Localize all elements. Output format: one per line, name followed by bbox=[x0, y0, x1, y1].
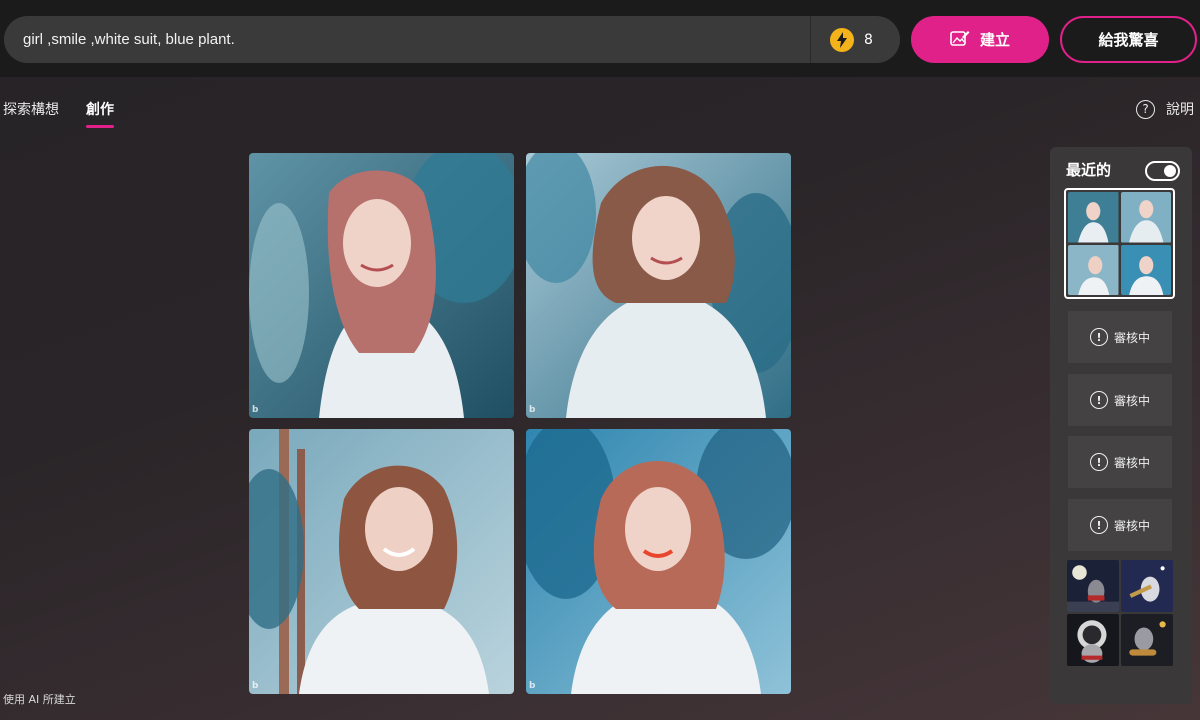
image-watermark: b bbox=[252, 681, 259, 691]
generated-image-4[interactable]: b bbox=[526, 429, 791, 694]
mini-thumbnail bbox=[1068, 192, 1119, 243]
surprise-button-label: 給我驚喜 bbox=[1098, 32, 1159, 49]
help-label: 說明 bbox=[1166, 102, 1194, 118]
image-watermark: b bbox=[252, 405, 259, 415]
pending-label: 審核中 bbox=[1113, 393, 1150, 408]
boost-count: 8 bbox=[864, 31, 873, 48]
mini-thumbnail bbox=[1121, 614, 1173, 666]
generated-image-1[interactable]: b bbox=[249, 153, 514, 418]
tab-creations[interactable]: 創作 bbox=[86, 99, 114, 119]
create-button[interactable]: 建立 bbox=[911, 16, 1049, 63]
recent-toggle[interactable] bbox=[1145, 161, 1180, 181]
pending-item[interactable]: ! 審核中 bbox=[1068, 436, 1172, 488]
recent-thumbnail-cats[interactable] bbox=[1067, 560, 1173, 666]
mini-thumbnail bbox=[1067, 614, 1119, 666]
pending-item[interactable]: ! 審核中 bbox=[1068, 499, 1172, 551]
top-bar: girl ,smile ,white suit, blue plant. 8 建… bbox=[0, 0, 1200, 77]
pending-label: 審核中 bbox=[1113, 330, 1150, 345]
pending-item[interactable]: ! 審核中 bbox=[1068, 311, 1172, 363]
mini-thumbnail bbox=[1120, 192, 1171, 243]
active-tab-indicator bbox=[86, 125, 114, 128]
prompt-input[interactable]: girl ,smile ,white suit, blue plant. 8 bbox=[4, 16, 900, 63]
mini-thumbnail bbox=[1120, 244, 1171, 295]
create-button-label: 建立 bbox=[979, 32, 1010, 49]
recent-panel: 最近的 ! 審核中 ! 審核中 ! 審核中 ! 審核中 bbox=[1050, 147, 1192, 704]
pending-item[interactable]: ! 審核中 bbox=[1068, 374, 1172, 426]
prompt-divider bbox=[810, 16, 811, 63]
boost-counter[interactable]: 8 bbox=[830, 27, 873, 52]
generated-image-2[interactable]: b bbox=[526, 153, 791, 418]
alert-icon: ! bbox=[1089, 328, 1108, 346]
mini-thumbnail bbox=[1121, 560, 1173, 612]
toggle-knob bbox=[1164, 165, 1176, 177]
question-icon: ? bbox=[1136, 99, 1155, 119]
image-edit-icon bbox=[950, 29, 970, 51]
alert-icon: ! bbox=[1089, 453, 1108, 471]
image-watermark: b bbox=[529, 681, 536, 691]
alert-icon: ! bbox=[1089, 516, 1108, 534]
lightning-icon bbox=[830, 27, 854, 52]
alert-icon: ! bbox=[1089, 391, 1108, 409]
surprise-me-button[interactable]: 給我驚喜 bbox=[1060, 16, 1197, 63]
recent-title: 最近的 bbox=[1066, 161, 1112, 179]
image-watermark: b bbox=[529, 405, 536, 415]
pending-label: 審核中 bbox=[1113, 518, 1150, 533]
help-link[interactable]: ? 說明 bbox=[1136, 99, 1194, 119]
mini-thumbnail bbox=[1068, 244, 1119, 295]
ai-created-note: 使用 AI 所建立 bbox=[3, 693, 76, 706]
pending-label: 審核中 bbox=[1113, 455, 1150, 470]
mini-thumbnail bbox=[1067, 560, 1119, 612]
generated-image-3[interactable]: b bbox=[249, 429, 514, 694]
prompt-text[interactable]: girl ,smile ,white suit, blue plant. bbox=[23, 16, 235, 63]
tab-explore-ideas[interactable]: 探索構想 bbox=[3, 99, 59, 119]
recent-thumbnail-selected[interactable] bbox=[1064, 188, 1175, 299]
